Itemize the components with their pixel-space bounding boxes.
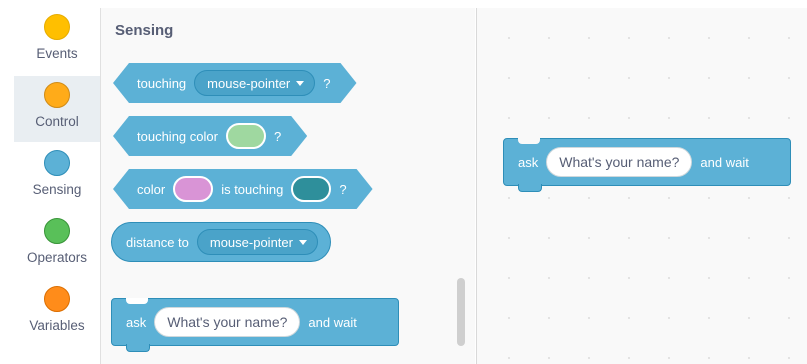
category-sensing[interactable]: Sensing (14, 144, 100, 210)
color-is-touching-block[interactable]: color is touching ? (113, 169, 373, 209)
block-suffix: ? (273, 128, 282, 144)
block-suffix: ? (323, 75, 331, 91)
category-control[interactable]: Control (14, 76, 100, 142)
block-label: color (137, 181, 166, 197)
palette-scrollbar[interactable] (457, 278, 465, 346)
block-label-middle: is touching (221, 181, 284, 197)
category-sidebar: Events Control Sensing Operators Variabl… (14, 8, 101, 364)
script-workspace[interactable]: ask What's your name? and wait (477, 8, 807, 364)
caret-down-icon (296, 81, 304, 86)
ask-question-input[interactable]: What's your name? (154, 307, 301, 337)
category-label: Events (36, 46, 78, 61)
color-swatch-a[interactable] (173, 176, 213, 202)
distance-target-dropdown[interactable]: mouse-pointer (196, 229, 318, 255)
block-label: ask (126, 314, 147, 330)
category-label: Control (35, 114, 79, 129)
block-label: touching color (137, 128, 218, 144)
category-label: Variables (29, 318, 85, 333)
block-suffix: and wait (700, 154, 749, 170)
touching-color-block[interactable]: touching color ? (113, 116, 307, 156)
events-dot-icon (44, 14, 70, 40)
block-label: ask (518, 154, 539, 170)
control-dot-icon (44, 82, 70, 108)
dropdown-value: mouse-pointer (207, 75, 291, 91)
category-variables[interactable]: Variables (14, 280, 100, 346)
distance-to-block[interactable]: distance to mouse-pointer (111, 222, 331, 262)
color-swatch[interactable] (226, 123, 266, 149)
operators-dot-icon (44, 218, 70, 244)
dropdown-value: mouse-pointer (209, 234, 293, 250)
block-palette: Sensing touching mouse-pointer ? touchin… (101, 8, 475, 364)
category-events[interactable]: Events (14, 8, 100, 74)
caret-down-icon (298, 239, 307, 245)
scratch-editor: Events Control Sensing Operators Variabl… (0, 0, 807, 364)
variables-dot-icon (44, 286, 70, 312)
block-label: distance to (126, 234, 189, 250)
ask-and-wait-block[interactable]: ask What's your name? and wait (111, 298, 399, 352)
category-label: Sensing (32, 182, 82, 197)
block-suffix: and wait (308, 314, 357, 330)
color-swatch-b[interactable] (291, 176, 331, 202)
touching-target-dropdown[interactable]: mouse-pointer (194, 70, 315, 96)
workspace-ask-and-wait-block[interactable]: ask What's your name? and wait (503, 138, 791, 192)
block-suffix: ? (339, 181, 347, 197)
touching-block[interactable]: touching mouse-pointer ? (113, 63, 357, 103)
block-label: touching (137, 75, 187, 91)
category-operators[interactable]: Operators (14, 212, 100, 278)
sensing-dot-icon (44, 150, 70, 176)
ask-question-input[interactable]: What's your name? (546, 147, 693, 177)
category-label: Operators (26, 250, 88, 265)
palette-section-title: Sensing (115, 22, 174, 39)
